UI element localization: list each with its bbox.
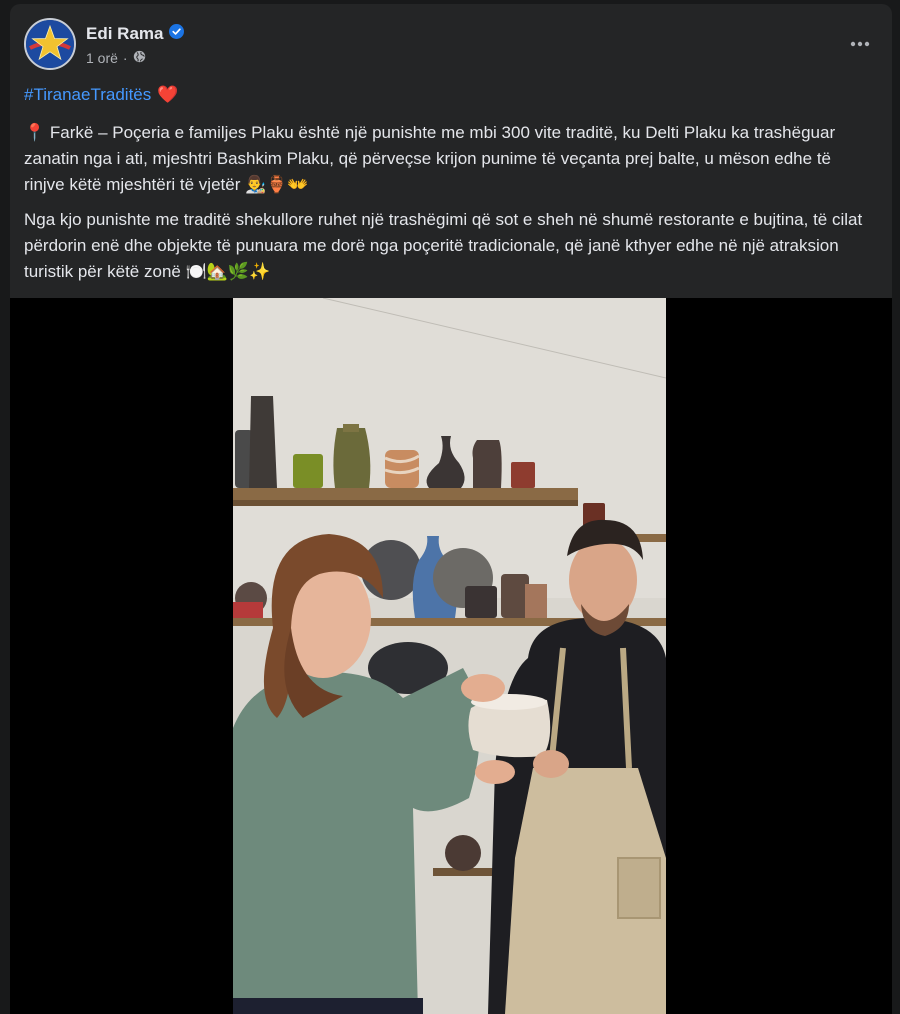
avatar[interactable] — [24, 18, 76, 70]
globe-icon[interactable] — [133, 50, 146, 66]
paragraph-2: Nga kjo punishte me traditë shekullore r… — [24, 210, 863, 281]
verified-badge-icon — [169, 24, 185, 44]
video-frame[interactable] — [233, 298, 666, 1014]
pottery-workshop-image — [233, 298, 666, 1014]
post-header: Edi Rama 1 orë · — [24, 18, 878, 74]
author-name[interactable]: Edi Rama — [86, 24, 163, 44]
paragraph-1: 📍 Farkë – Poçeria e familjes Plaku është… — [24, 123, 836, 194]
video-player[interactable] — [10, 298, 892, 1014]
post-text: #TiranaeTraditës ❤️ 📍 Farkë – Poçeria e … — [24, 82, 876, 294]
more-options-icon[interactable] — [848, 32, 872, 56]
post-card: Edi Rama 1 orë · #TiranaeTraditës ❤️ 📍 F… — [10, 4, 892, 1014]
hashtag-link[interactable]: #TiranaeTraditës — [24, 82, 151, 108]
meta-separator: · — [122, 50, 128, 66]
post-time[interactable]: 1 orë — [86, 50, 118, 66]
author-row: Edi Rama — [86, 24, 185, 44]
heart-emoji: ❤️ — [157, 85, 179, 104]
post-meta: 1 orë · — [86, 50, 146, 66]
star-logo-icon — [26, 20, 74, 68]
hashtag-line: #TiranaeTraditës ❤️ — [24, 82, 876, 108]
